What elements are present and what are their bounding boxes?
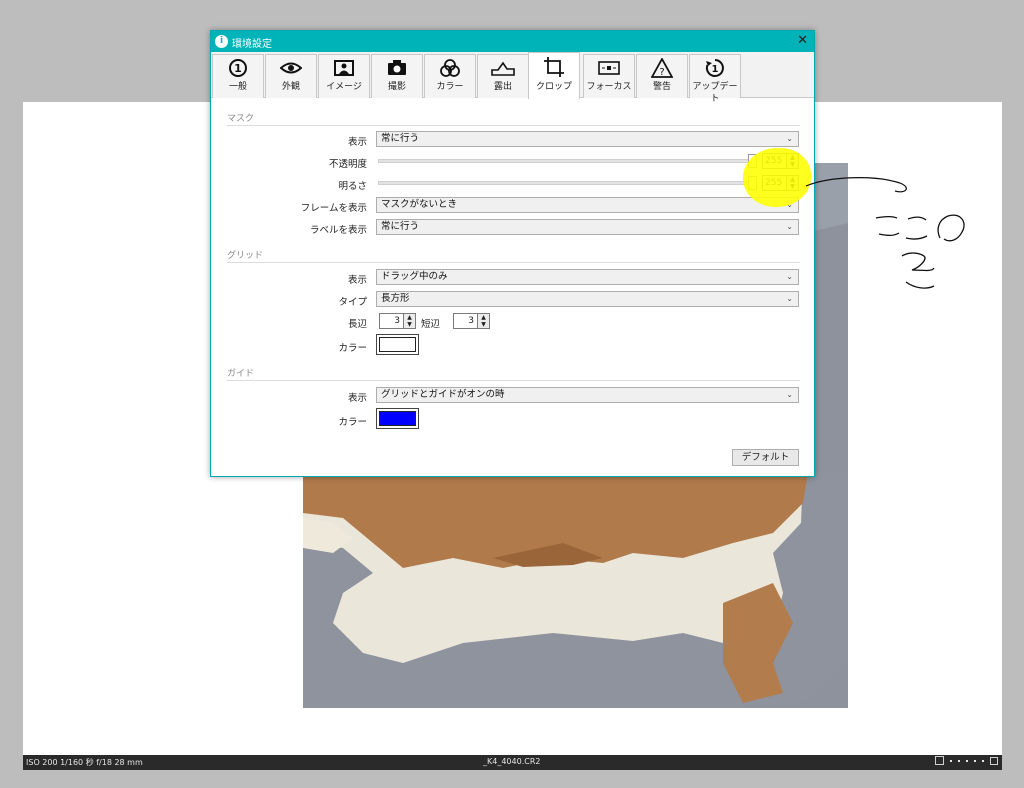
spin-arrows-icon[interactable]: ▲▼ [403,314,415,328]
update-icon: 1 [705,59,724,77]
dialog-titlebar[interactable]: i 環境設定 ✕ [211,31,814,52]
guide-color-label: カラー [338,417,367,428]
short-side-value: 3 [468,316,474,326]
tab-bar: 1 一般 外観 イメージ 撮影 カラー 露出 クロップ フォーカス ? 警告 1… [211,52,814,104]
grid-display-label: 表示 [347,275,367,286]
focus-icon [598,61,620,75]
tab-warning[interactable]: ? 警告 [636,54,688,98]
long-side-label: 長辺 [347,319,367,330]
section-grid-heading: グリッド [227,248,800,263]
grid-type-label: タイプ [338,297,367,308]
tab-label: イメージ [326,82,362,92]
tab-label: 外観 [281,82,300,92]
opacity-slider[interactable] [378,159,755,163]
dot-icon [958,759,960,762]
mask-display-value: 常に行う [381,133,420,144]
tab-label: 警告 [652,82,671,92]
svg-text:1: 1 [234,62,242,75]
brightness-label: 明るさ [338,181,367,192]
show-frame-value: マスクがないとき [381,199,458,210]
tab-exposure[interactable]: 露出 [477,54,529,98]
guide-display-select[interactable]: グリッドとガイドがオンの時 ⌄ [376,387,799,403]
tab-label: 露出 [493,82,512,92]
tab-focus[interactable]: フォーカス [583,54,635,98]
filename-label: _K4_4040.CR2 [483,757,541,766]
grid-display-value: ドラッグ中のみ [381,271,448,282]
tab-label: 撮影 [387,82,406,92]
guide-color-swatch[interactable] [376,408,419,429]
grid-view-icon[interactable] [990,756,998,765]
show-label-label: ラベルを表示 [309,225,367,236]
tab-label: 一般 [228,82,247,92]
spin-arrows-icon[interactable]: ▲▼ [477,314,489,328]
chevron-down-icon: ⌄ [786,294,793,303]
show-label-select[interactable]: 常に行う ⌄ [376,219,799,235]
yellow-highlight-marker [743,148,811,207]
grid-display-select[interactable]: ドラッグ中のみ ⌄ [376,269,799,285]
grid-type-value: 長方形 [381,293,410,304]
close-icon[interactable]: ✕ [797,33,808,48]
svg-text:1: 1 [712,64,719,75]
tab-shooting[interactable]: 撮影 [371,54,423,98]
grid-type-select[interactable]: 長方形 ⌄ [376,291,799,307]
default-button[interactable]: デフォルト [732,449,799,466]
tab-color[interactable]: カラー [424,54,476,98]
mask-display-select[interactable]: 常に行う ⌄ [376,131,799,147]
camera-icon [388,60,406,75]
warning-icon: ? [651,58,673,78]
tab-crop[interactable]: クロップ [528,52,580,99]
exif-info: ISO 200 1/160 秒 f/18 28 mm [26,758,143,767]
grid-color-fill [379,337,416,352]
crop-icon [544,57,564,77]
section-guide-heading: ガイド [227,366,800,381]
color-circles-icon [440,59,460,77]
svg-text:?: ? [659,67,664,78]
dot-icon [966,759,968,762]
chevron-down-icon: ⌄ [786,390,793,399]
tab-appearance[interactable]: 外観 [265,54,317,98]
guide-display-value: グリッドとガイドがオンの時 [381,389,505,400]
show-label-value: 常に行う [381,221,420,232]
chevron-down-icon: ⌄ [786,272,793,281]
tab-label: フォーカス [586,82,632,92]
dot-icon [982,759,984,762]
section-mask-heading: マスク [227,111,800,126]
view-controls [935,756,998,765]
tab-label: アップデート [692,82,738,104]
long-side-spinbox[interactable]: 3 ▲ ▼ [379,313,416,329]
tab-label: クロップ [535,82,572,92]
tab-general[interactable]: 1 一般 [212,54,264,98]
status-bar: ISO 200 1/160 秒 f/18 28 mm _K4_4040.CR2 [23,755,1002,770]
exposure-icon [491,61,515,76]
tab-update[interactable]: 1 アップデート [689,54,741,104]
guide-display-label: 表示 [347,393,367,404]
opacity-label: 不透明度 [328,159,367,170]
grid-color-swatch[interactable] [376,334,419,355]
preferences-dialog: i 環境設定 ✕ 1 一般 外観 イメージ 撮影 カラー 露出 クロップ フォー… [210,30,815,477]
grid-color-label: カラー [338,343,367,354]
tab-label: カラー [436,82,464,92]
view-square-icon[interactable] [935,756,944,765]
tab-image[interactable]: イメージ [318,54,370,98]
chevron-down-icon: ⌄ [786,134,793,143]
eye-icon [280,62,302,74]
dot-icon [974,759,976,762]
dialog-title: 環境設定 [232,39,272,50]
image-icon [334,60,354,76]
brightness-slider[interactable] [378,181,755,185]
guide-color-fill [379,411,416,426]
short-side-label: 短辺 [421,319,441,330]
show-frame-select[interactable]: マスクがないとき ⌄ [376,197,799,213]
chevron-down-icon: ⌄ [786,222,793,231]
dot-icon [950,759,952,762]
short-side-spinbox[interactable]: 3 ▲ ▼ [453,313,490,329]
long-side-value: 3 [394,316,400,326]
show-frame-label: フレームを表示 [300,203,367,214]
general-icon: 1 [229,59,247,77]
app-info-icon: i [215,35,228,48]
mask-display-label: 表示 [347,137,367,148]
